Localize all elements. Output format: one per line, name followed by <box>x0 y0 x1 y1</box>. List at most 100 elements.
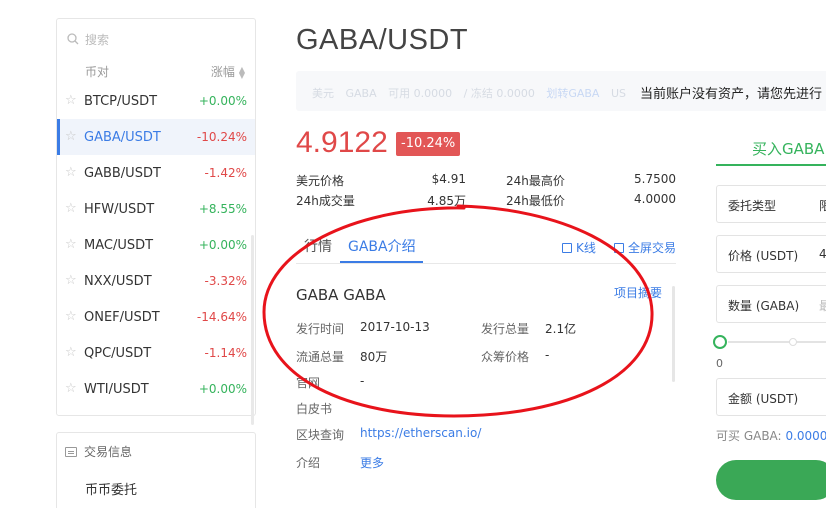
last-price: 4.9122 <box>296 126 388 159</box>
pair-row[interactable]: ☆ GABB/USDT -1.42% <box>57 155 255 191</box>
kline-link[interactable]: K线 <box>562 239 596 256</box>
explorer-label: 区块查询 <box>296 428 345 442</box>
change-badge: -10.24% <box>396 132 461 156</box>
summary-link[interactable]: 项目摘要 <box>614 284 662 301</box>
pair-list-header: 币对 涨幅 ▲ ▼ <box>85 63 245 80</box>
pair-row[interactable]: ☆ NXX/USDT -3.32% <box>57 263 255 299</box>
high-label: 24h最高价 <box>506 174 565 188</box>
volume-value: 4.85万 <box>427 194 466 208</box>
change-column-header[interactable]: 涨幅 ▲ ▼ <box>211 63 245 80</box>
circulating-value: 80万 <box>360 350 388 364</box>
order-type-select[interactable]: 委托类型 限 <box>716 185 826 223</box>
trade-info-panel: 交易信息 币币委托 <box>56 432 256 508</box>
star-icon[interactable]: ☆ <box>65 310 77 323</box>
slider-step-dot[interactable] <box>789 338 797 346</box>
total-supply-label: 发行总量 <box>481 322 530 336</box>
buy-tab[interactable]: 买入GABA <box>716 130 826 166</box>
fullscreen-icon <box>614 242 624 253</box>
coin-name: GABA GABA <box>296 286 386 304</box>
transfer-link[interactable]: 划转GABA <box>546 87 599 100</box>
available-to-buy: 可买 GABA: 0.0000 <box>716 429 826 443</box>
usd-price-value: $4.91 <box>431 172 466 186</box>
document-icon <box>65 446 77 457</box>
pair-name: BTCP/USDT <box>84 93 158 109</box>
pair-row[interactable]: ☆ WTI/USDT +0.00% <box>57 371 255 407</box>
pair-name: GABB/USDT <box>84 165 161 181</box>
pair-row-active[interactable]: ☆ GABA/USDT -10.24% <box>57 119 255 155</box>
order-type-label: 委托类型 <box>728 199 777 213</box>
pair-change: -1.42% <box>204 166 247 180</box>
issue-date-label: 发行时间 <box>296 322 345 336</box>
fullscreen-link[interactable]: 全屏交易 <box>614 239 676 256</box>
detail-tabs: 行情 GABA介绍 K线 全屏交易 <box>296 230 676 264</box>
pair-column-header: 币对 <box>85 65 110 79</box>
active-tab-indicator <box>340 261 423 263</box>
star-icon[interactable]: ☆ <box>65 130 77 143</box>
star-icon[interactable]: ☆ <box>65 274 77 287</box>
amount-input-placeholder: 最 <box>819 299 826 313</box>
order-type-value: 限 <box>819 199 826 213</box>
total-supply-row: 发行总量 2.1亿 <box>481 320 661 337</box>
search-icon <box>67 33 79 45</box>
no-assets-notice: 当前账户没有资产，请您先进行 <box>640 87 823 102</box>
tab-market[interactable]: 行情 <box>304 236 332 256</box>
trade-info-title: 交易信息 <box>84 445 133 459</box>
pair-change: +0.00% <box>198 238 247 252</box>
intro-scrollbar[interactable] <box>672 286 675 382</box>
website-value: - <box>360 374 365 388</box>
high-value: 5.7500 <box>634 172 676 186</box>
description-row: 介绍 更多 <box>296 454 476 471</box>
spot-orders-link[interactable]: 币币委托 <box>85 479 137 498</box>
pair-change: -14.64% <box>196 310 247 324</box>
star-icon[interactable]: ☆ <box>65 346 77 359</box>
star-icon[interactable]: ☆ <box>65 382 77 395</box>
star-icon[interactable]: ☆ <box>65 166 77 179</box>
amount-slider-handle[interactable] <box>713 335 727 349</box>
pair-change: +8.55% <box>198 202 247 216</box>
pair-name: MAC/USDT <box>84 237 154 253</box>
amount-slider-track[interactable] <box>728 341 826 343</box>
amount-input[interactable]: 数量 (GABA) 最 <box>716 285 826 323</box>
star-icon[interactable]: ☆ <box>65 238 77 251</box>
total-input[interactable]: 金额 (USDT) <box>716 378 826 416</box>
pair-name: HFW/USDT <box>84 201 155 217</box>
price-input-value: 4 <box>819 247 826 261</box>
pair-row[interactable]: ☆ ONEF/USDT -14.64% <box>57 299 255 335</box>
ticker-stats: 美元价格 $4.91 24h最高价 5.7500 24h成交量 4.85万 24… <box>296 172 676 212</box>
whitepaper-row: 白皮书 <box>296 400 476 417</box>
ico-price-row: 众筹价格 - <box>481 348 661 365</box>
pair-change: +0.00% <box>198 382 247 396</box>
sort-icon[interactable]: ▲ ▼ <box>239 65 245 79</box>
pair-change: +0.00% <box>198 94 247 108</box>
tab-intro[interactable]: GABA介绍 <box>348 236 416 256</box>
more-link[interactable]: 更多 <box>360 454 384 471</box>
buy-button[interactable] <box>716 460 826 500</box>
pair-change: -3.32% <box>204 274 247 288</box>
asset-available: 可用 0.0000 <box>388 87 453 100</box>
search-box[interactable]: 搜索 <box>64 26 248 52</box>
description-label: 介绍 <box>296 456 321 470</box>
pair-list: ☆ BTCP/USDT +0.00% ☆ GABA/USDT -10.24% ☆ GABB… <box>57 83 255 407</box>
pair-row[interactable]: ☆ HFW/USDT +8.55% <box>57 191 255 227</box>
amount-input-label: 数量 (GABA) <box>728 299 800 313</box>
star-icon[interactable]: ☆ <box>65 94 77 107</box>
pair-row[interactable]: ☆ BTCP/USDT +0.00% <box>57 83 255 119</box>
website-row: 官网 - <box>296 374 476 391</box>
explorer-row: 区块查询 https://etherscan.io/ <box>296 426 496 443</box>
asset-summary: 美元 GABA 可用 0.0000 / 冻结 0.0000 划转GABA US <box>312 85 634 101</box>
price-input[interactable]: 价格 (USDT) 4 <box>716 235 826 273</box>
pair-list-scrollbar[interactable] <box>251 235 254 425</box>
ico-price-value: - <box>545 348 550 362</box>
page-title: GABA/USDT <box>296 24 469 56</box>
pair-row[interactable]: ☆ MAC/USDT +0.00% <box>57 227 255 263</box>
circulating-row: 流通总量 80万 <box>296 348 476 365</box>
pair-row[interactable]: ☆ QPC/USDT -1.14% <box>57 335 255 371</box>
available-value: 0.0000 <box>785 429 826 443</box>
search-input[interactable]: 搜索 <box>85 31 109 48</box>
pair-change: -10.24% <box>196 130 247 144</box>
explorer-link[interactable]: https://etherscan.io/ <box>360 426 481 440</box>
total-supply-value: 2.1亿 <box>545 322 577 336</box>
star-icon[interactable]: ☆ <box>65 202 77 215</box>
asset-currency-2: US <box>610 87 626 100</box>
pair-name: GABA/USDT <box>84 129 161 145</box>
